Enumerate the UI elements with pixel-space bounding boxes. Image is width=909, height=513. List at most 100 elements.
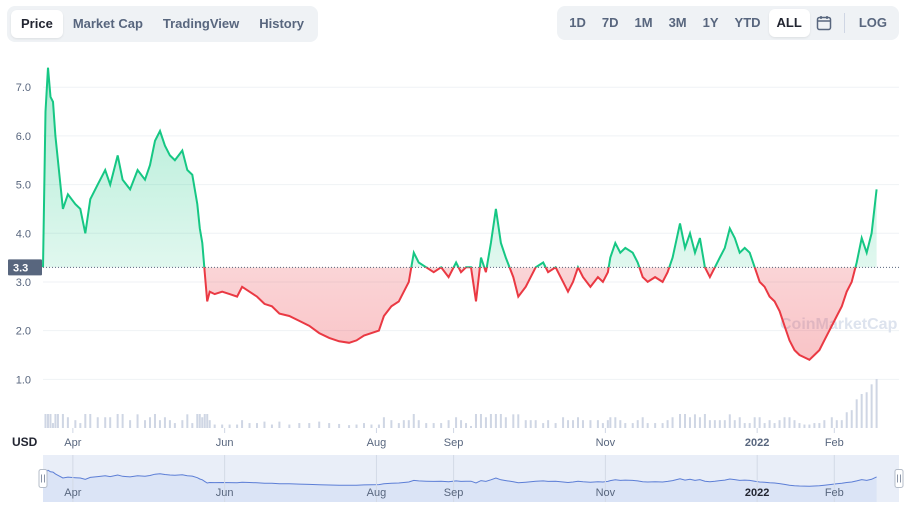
volume-bar (263, 421, 266, 428)
volume-bar (713, 420, 716, 428)
x-tick-label: 2022 (745, 437, 769, 449)
volume-bar (116, 414, 119, 428)
volume-bar (203, 414, 206, 428)
volume-bar (44, 414, 47, 428)
reference-tag: 3.3 (8, 259, 42, 276)
volume-bar (666, 420, 669, 428)
volume-bar (619, 420, 622, 428)
x-tick-label: Sep (444, 437, 464, 449)
volume-bar (581, 420, 584, 428)
volume-bar (554, 423, 557, 428)
volume-bar (46, 414, 49, 428)
volume-bar (402, 420, 405, 428)
volume-bar (54, 414, 57, 428)
volume-bar (66, 417, 69, 428)
volume-bar (688, 417, 691, 428)
volume-bar (168, 420, 171, 428)
volume-bar (61, 414, 64, 428)
navigator-right-handle[interactable] (894, 469, 904, 488)
currency-label: USD (12, 435, 38, 449)
x-axis: Apr Jun Aug Sep Nov 2022 Feb (64, 428, 844, 449)
volume-bar (517, 414, 520, 428)
volume-bar (56, 414, 59, 428)
volume-bar (318, 421, 321, 428)
volume-bar (49, 414, 52, 428)
volume-bar (684, 414, 686, 428)
navigator-left-handle[interactable] (38, 469, 48, 488)
volume-bar (646, 423, 649, 428)
volume-bar (241, 420, 244, 428)
volume-bar (191, 423, 194, 428)
volume-bar (447, 420, 450, 428)
volume-bar (484, 417, 487, 428)
volume-bar (298, 423, 301, 428)
volume-bar (845, 412, 848, 428)
reference-value: 3.3 (13, 262, 28, 274)
volume-bar (753, 417, 756, 428)
volume-bar (778, 420, 781, 428)
volume-bar (196, 414, 199, 428)
volume-bar (855, 399, 858, 428)
navigator-tick-label: 2022 (745, 487, 769, 499)
volume-bar (743, 423, 746, 428)
volume-bar (524, 420, 527, 428)
volume-bar (89, 414, 92, 428)
volume-bar (494, 414, 497, 428)
volume-bar (823, 420, 826, 428)
volume-bar (348, 425, 351, 428)
volume-bar (641, 417, 644, 428)
volume-bar (465, 423, 468, 428)
navigator[interactable]: Apr Jun Aug Sep Nov 2022 Feb (38, 455, 904, 502)
volume-bar (788, 417, 791, 428)
volume-bar (679, 414, 682, 428)
volume-bar (865, 392, 868, 428)
volume-bar (818, 423, 821, 428)
volume-bar (201, 417, 204, 428)
volume-bar (596, 420, 599, 428)
x-tick-label: Jun (216, 437, 234, 449)
volume-bar (221, 424, 224, 428)
y-tick-label: 4.0 (16, 228, 31, 240)
volume-bar (84, 414, 87, 428)
volume-bar (661, 423, 664, 428)
volume-bar (355, 424, 358, 428)
volume-bar (236, 424, 239, 428)
volume-bar (432, 423, 435, 428)
volume-bar (186, 414, 189, 428)
volume-bar (577, 417, 579, 428)
volume-bar (636, 420, 639, 428)
volume-bar (377, 424, 380, 428)
volume-bar (136, 414, 139, 428)
volume-bar (793, 420, 796, 428)
x-tick-label: Aug (367, 437, 387, 449)
volume-bar (228, 424, 231, 428)
volume-bar (567, 420, 570, 428)
volume-bar (173, 423, 176, 428)
volume-bar (572, 420, 575, 428)
volume-bar (534, 420, 537, 428)
volume-bar (248, 423, 251, 428)
volume-bar (474, 414, 477, 428)
volume-bar (412, 414, 415, 428)
volume-bar (308, 423, 311, 428)
volume-bar (149, 417, 151, 428)
volume-bar (479, 414, 482, 428)
y-tick-label: 2.0 (16, 326, 31, 338)
volume-bar (407, 420, 410, 428)
navigator-tick-label: Sep (444, 487, 464, 499)
volume-bar (489, 414, 492, 428)
navigator-tick-label: Apr (64, 487, 81, 499)
volume-bar (455, 417, 458, 428)
volume-bar (798, 423, 801, 428)
volume-bar (624, 423, 627, 428)
volume-bar (109, 417, 112, 428)
price-area (42, 67, 878, 362)
volume-bar (606, 420, 609, 428)
volume-bar (808, 424, 811, 428)
volume-bar (562, 417, 565, 428)
volume-bar (270, 424, 273, 428)
x-tick-label: Nov (596, 437, 616, 449)
volume-bar (589, 420, 592, 428)
volume-bar (288, 424, 291, 428)
volume-bar (703, 414, 706, 428)
